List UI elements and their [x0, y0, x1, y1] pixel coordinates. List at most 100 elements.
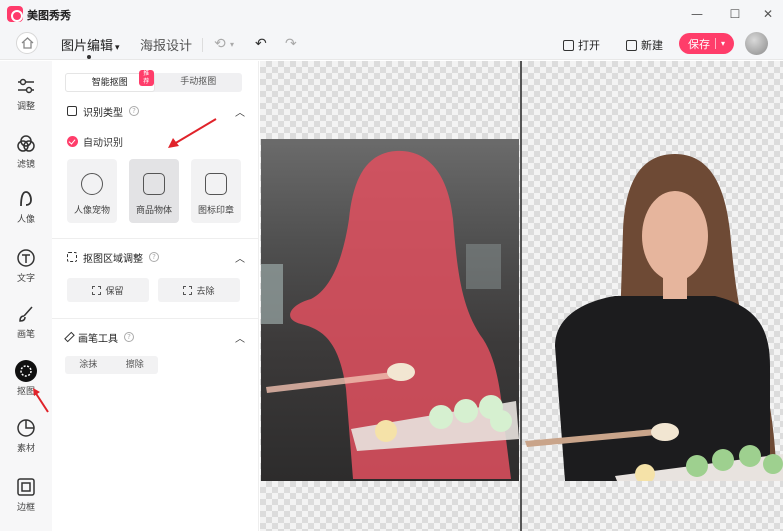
recommend-badge: 推荐 [139, 70, 154, 86]
open-label: 打开 [578, 39, 600, 52]
open-button[interactable]: 打开 [563, 37, 600, 53]
history-icon[interactable]: ⟲ [214, 36, 226, 52]
keep-icon [92, 285, 102, 295]
chevron-up-icon[interactable]: ︿ [235, 330, 245, 345]
pen-icon [64, 331, 75, 343]
undo-icon[interactable]: ↶ [255, 36, 267, 52]
toolbar-divider [202, 38, 203, 52]
pen-paint-button[interactable]: 涂抹 [65, 356, 112, 374]
tab-smart-cutout[interactable]: 智能抠图 推荐 [65, 70, 155, 92]
tab-image-edit-label: 图片编辑 [61, 39, 114, 54]
filter-icon [15, 133, 37, 155]
original-photo[interactable] [261, 139, 519, 481]
smart-cutout-label: 智能抠图 [91, 78, 128, 88]
auto-detect-checkbox[interactable]: 自动识别 [67, 134, 123, 149]
product-icon [143, 173, 165, 195]
type-card-stamp[interactable]: 图标印章 [191, 159, 241, 223]
cutout-icon [15, 360, 37, 382]
check-icon [67, 136, 78, 147]
scan-icon [67, 106, 77, 116]
tab-manual-cutout[interactable]: 手动抠图 [155, 73, 243, 92]
rail-label: 素材 [16, 444, 35, 454]
help-icon[interactable]: ? [124, 332, 134, 342]
rail-label: 边框 [16, 503, 35, 513]
new-label: 新建 [641, 39, 663, 52]
annotation-arrow-icon [168, 118, 217, 148]
type-label: 商品物体 [135, 206, 172, 216]
rail-item-text[interactable]: 文字 [0, 241, 52, 291]
app-logo-icon [7, 6, 23, 22]
tab-poster-design[interactable]: 海报设计 [140, 35, 192, 54]
rail-item-portrait[interactable]: 人像 [0, 182, 52, 232]
save-divider [714, 38, 716, 49]
compare-divider[interactable] [520, 61, 522, 531]
type-label: 人像宠物 [73, 206, 110, 216]
subject-selection-overlay [266, 150, 519, 479]
left-rail: 调整 滤镜 人像 文字 画笔 抠图 素材 边框 [0, 61, 52, 531]
crop-area-icon [67, 252, 77, 262]
tab-image-edit[interactable]: 图片编辑 ▾ [61, 35, 120, 54]
text-icon [15, 247, 37, 269]
home-icon [21, 37, 34, 49]
rail-label: 滤镜 [16, 160, 35, 170]
rail-item-adjust[interactable]: 调整 [0, 69, 52, 119]
section-divider [52, 238, 259, 239]
app-title: 美图秀秀 [27, 9, 71, 22]
chevron-down-icon: ▾ [115, 43, 120, 53]
rail-label: 人像 [16, 215, 35, 225]
type-card-product[interactable]: 商品物体 [129, 159, 179, 223]
frame-icon [15, 476, 37, 498]
remove-button[interactable]: 去除 [158, 278, 240, 302]
pen-mode-switch: 涂抹 擦除 [65, 356, 158, 374]
save-button[interactable]: 保存 ▾ [679, 33, 734, 54]
help-icon[interactable]: ? [129, 106, 139, 116]
type-card-portrait[interactable]: 人像宠物 [67, 159, 117, 223]
section-title: 抠图区域调整 [83, 253, 143, 265]
rail-label: 调整 [16, 102, 35, 112]
history-chevron-icon[interactable]: ▾ [230, 40, 234, 49]
cutout-result[interactable] [525, 136, 783, 481]
person-pet-icon [81, 173, 103, 195]
redo-icon[interactable]: ↷ [285, 36, 297, 52]
rail-item-frame[interactable]: 边框 [0, 470, 52, 520]
avatar[interactable] [745, 32, 768, 55]
active-tab-indicator [87, 55, 91, 59]
section-divider [52, 318, 259, 319]
save-label: 保存 [687, 37, 710, 51]
cutout-panel: 智能抠图 推荐 手动抠图 识别类型 ? ︿ 自动识别 人像宠物 商品物体 图标印… [52, 61, 259, 531]
type-label: 图标印章 [197, 206, 234, 216]
rail-label: 文字 [16, 274, 35, 284]
brush-icon [15, 303, 37, 325]
title-bar: 美图秀秀 — ☐ ✕ [0, 0, 783, 28]
rail-item-filter[interactable]: 滤镜 [0, 127, 52, 177]
home-button[interactable] [16, 32, 38, 54]
annotation-arrow-icon [33, 388, 49, 413]
open-icon [563, 39, 574, 51]
new-file-icon [626, 39, 637, 51]
rail-label: 画笔 [16, 330, 35, 340]
minimize-icon[interactable]: — [689, 6, 705, 22]
help-icon[interactable]: ? [149, 252, 159, 262]
section-title: 识别类型 [83, 107, 123, 119]
chevron-up-icon[interactable]: ︿ [235, 250, 245, 265]
section-pen-tool[interactable]: 画笔工具 ? ︿ [64, 329, 245, 345]
sliders-icon [15, 75, 37, 97]
canvas-area[interactable] [260, 61, 783, 531]
sticker-icon [15, 417, 37, 439]
pen-erase-button[interactable]: 擦除 [112, 356, 159, 374]
keep-button[interactable]: 保留 [67, 278, 149, 302]
section-title: 画笔工具 [78, 333, 118, 345]
maximize-icon[interactable]: ☐ [727, 6, 743, 22]
save-chevron-icon[interactable]: ▾ [721, 39, 725, 48]
top-toolbar: 图片编辑 ▾ 海报设计 ⟲ ▾ ↶ ↷ 打开 新建 保存 ▾ [0, 28, 783, 60]
section-area-adjust[interactable]: 抠图区域调整 ? ︿ [67, 249, 245, 265]
remove-icon [183, 285, 193, 295]
close-icon[interactable]: ✕ [760, 6, 776, 22]
new-button[interactable]: 新建 [626, 37, 663, 53]
auto-detect-label: 自动识别 [83, 138, 123, 149]
rail-item-brush[interactable]: 画笔 [0, 297, 52, 347]
stamp-icon [205, 173, 227, 195]
rail-item-sticker[interactable]: 素材 [0, 411, 52, 461]
remove-label: 去除 [196, 286, 215, 297]
chevron-up-icon[interactable]: ︿ [235, 104, 245, 119]
